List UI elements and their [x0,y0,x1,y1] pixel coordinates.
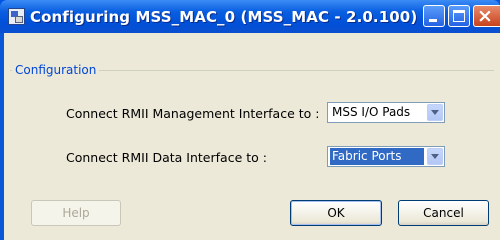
title-bar[interactable]: Configuring MSS_MAC_0 (MSS_MAC - 2.0.100… [0,0,500,33]
close-icon: × [477,5,493,27]
data-interface-label: Connect RMII Data Interface to : [66,150,267,165]
maximize-button[interactable] [448,5,470,27]
management-interface-value: MSS I/O Pads [332,105,411,119]
management-interface-label: Connect RMII Management Interface to : [66,106,320,121]
ok-button[interactable]: OK [290,200,382,226]
chevron-down-icon [431,154,439,159]
data-dropdown-button[interactable] [427,148,443,165]
maximize-icon [453,10,465,22]
window-title: Configuring MSS_MAC_0 (MSS_MAC - 2.0.100… [30,8,418,26]
app-icon [8,8,25,25]
minimize-icon [429,19,437,22]
data-interface-value: Fabric Ports [330,148,424,165]
dialog-body: Configuration Connect RMII Management In… [4,33,500,240]
data-interface-select[interactable]: Fabric Ports [327,146,445,167]
management-dropdown-button[interactable] [427,104,443,121]
close-button[interactable]: × [473,5,500,27]
cancel-button[interactable]: Cancel [398,200,489,226]
minimize-button[interactable] [423,5,445,27]
dialog-window: Configuring MSS_MAC_0 (MSS_MAC - 2.0.100… [0,0,500,240]
help-button[interactable]: Help [31,200,121,226]
chevron-down-icon [431,110,439,115]
management-interface-select[interactable]: MSS I/O Pads [327,102,445,123]
configuration-group-label: Configuration [12,63,100,77]
